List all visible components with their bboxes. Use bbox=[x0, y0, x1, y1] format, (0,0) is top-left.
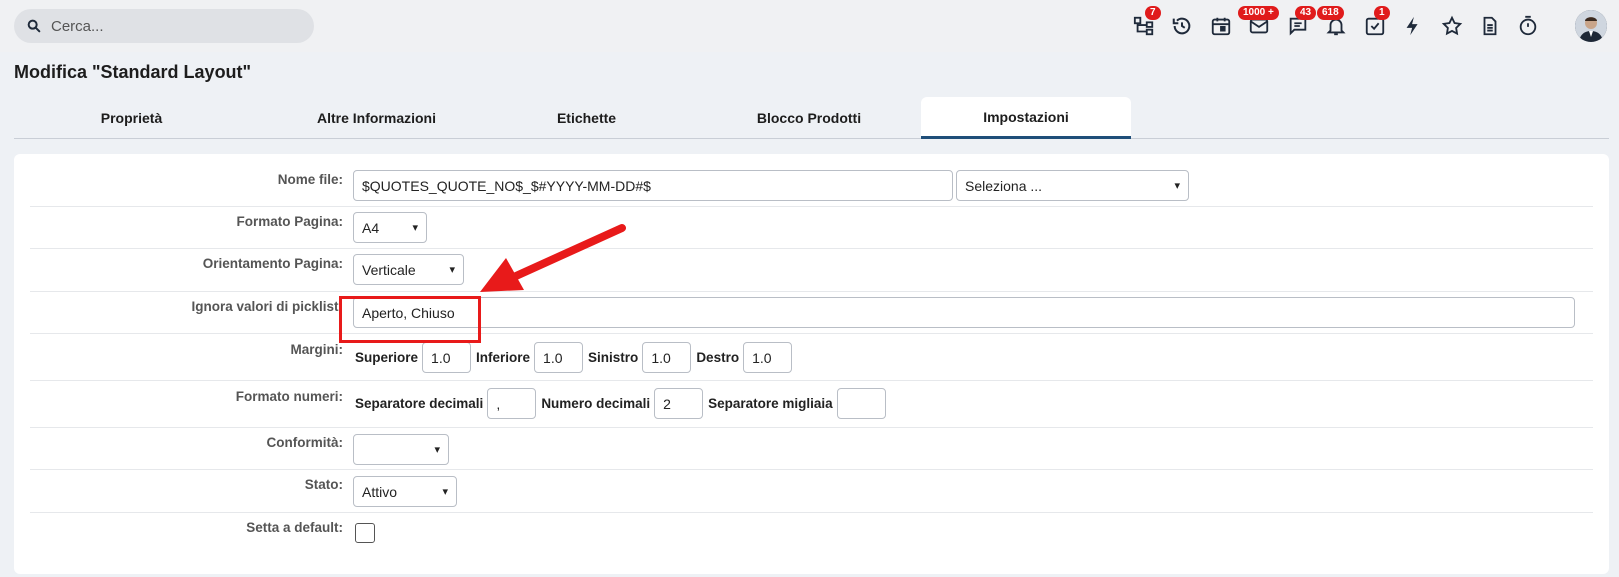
status-value: Attivo bbox=[362, 483, 398, 500]
page-format-value: A4 bbox=[362, 219, 380, 236]
row-ignore-picklist: Ignora valori di picklist: bbox=[30, 292, 1593, 334]
page-format-label: Formato Pagina: bbox=[236, 214, 343, 229]
margin-left-input[interactable] bbox=[642, 342, 692, 373]
margins-label: Margini: bbox=[290, 342, 344, 357]
row-orientation: Orientamento Pagina: Verticale ▾ bbox=[30, 249, 1593, 292]
chat-badge: 43 bbox=[1295, 6, 1317, 20]
chevron-down-icon: ▾ bbox=[434, 444, 440, 456]
row-default: Setta a default: bbox=[30, 513, 1593, 557]
timer-button[interactable] bbox=[1515, 13, 1541, 39]
tab-settings[interactable]: Impostazioni bbox=[921, 97, 1131, 139]
tab-bar: Proprietà Altre Informazioni Etichette B… bbox=[14, 97, 1609, 139]
user-avatar-icon bbox=[1575, 10, 1607, 42]
mail-badge: 1000 + bbox=[1238, 6, 1279, 20]
stopwatch-icon bbox=[1519, 15, 1537, 36]
orientation-value: Verticale bbox=[362, 261, 416, 278]
margin-bottom-label: Inferiore bbox=[476, 350, 531, 365]
filename-variable-value: Seleziona ... bbox=[965, 177, 1043, 194]
orientation-label: Orientamento Pagina: bbox=[202, 256, 343, 271]
row-status: Stato: Attivo ▾ bbox=[30, 470, 1593, 513]
tab-other-info[interactable]: Altre Informazioni bbox=[259, 97, 494, 139]
default-checkbox[interactable] bbox=[355, 523, 375, 543]
search-input[interactable] bbox=[51, 17, 291, 35]
compliance-select[interactable]: ▾ bbox=[353, 434, 449, 465]
row-margins: Margini: Superiore Inferiore Sinistro De… bbox=[30, 334, 1593, 381]
row-page-format: Formato Pagina: A4 ▾ bbox=[30, 207, 1593, 249]
tasks-button[interactable]: 1 bbox=[1362, 6, 1390, 39]
highlight-box bbox=[339, 296, 481, 343]
tab-labels[interactable]: Etichette bbox=[479, 97, 694, 139]
margin-top-label: Superiore bbox=[355, 350, 419, 365]
search-icon bbox=[27, 19, 41, 33]
row-compliance: Conformità: ▾ bbox=[30, 428, 1593, 470]
number-format-label: Formato numeri: bbox=[235, 389, 343, 404]
mail-button[interactable]: 1000 + bbox=[1238, 6, 1279, 39]
favorites-button[interactable] bbox=[1439, 13, 1465, 39]
notifications-badge: 618 bbox=[1317, 6, 1344, 20]
tab-properties[interactable]: Proprietà bbox=[14, 97, 249, 139]
decimal-separator-label: Separatore decimali bbox=[355, 396, 484, 411]
star-icon bbox=[1441, 15, 1463, 36]
chevron-down-icon: ▾ bbox=[449, 264, 455, 276]
document-icon bbox=[1483, 16, 1497, 36]
calendar-icon bbox=[1211, 17, 1231, 36]
orientation-select[interactable]: Verticale ▾ bbox=[353, 254, 464, 285]
thousands-separator-input[interactable] bbox=[836, 388, 886, 419]
decimal-separator-input[interactable] bbox=[487, 388, 537, 419]
decimals-label: Numero decimali bbox=[541, 396, 651, 411]
filename-label: Nome file: bbox=[277, 172, 343, 187]
settings-panel: Nome file: Seleziona ... ▾ Formato Pagina… bbox=[14, 154, 1609, 574]
ignore-picklist-input[interactable] bbox=[353, 297, 1575, 328]
tab-product-block[interactable]: Blocco Prodotti bbox=[694, 97, 924, 139]
thousands-separator-label: Separatore migliaia bbox=[708, 396, 833, 411]
status-label: Stato: bbox=[304, 477, 343, 492]
chevron-down-icon: ▾ bbox=[1174, 180, 1180, 192]
margin-left-label: Sinistro bbox=[588, 350, 639, 365]
compliance-label: Conformità: bbox=[266, 435, 344, 450]
quick-actions-button[interactable] bbox=[1400, 13, 1426, 39]
chevron-down-icon: ▾ bbox=[412, 222, 418, 234]
notifications-button[interactable]: 618 bbox=[1317, 6, 1349, 39]
lightning-icon bbox=[1406, 16, 1418, 36]
default-label: Setta a default: bbox=[246, 520, 343, 535]
chevron-down-icon: ▾ bbox=[442, 486, 448, 498]
top-bar: 7 1000 + 43 618 1 bbox=[0, 0, 1619, 52]
red-arrow-annotation bbox=[480, 224, 626, 292]
status-select[interactable]: Attivo ▾ bbox=[353, 476, 457, 507]
history-icon bbox=[1172, 17, 1191, 35]
filename-variable-select[interactable]: Seleziona ... ▾ bbox=[956, 170, 1189, 201]
search-box[interactable] bbox=[14, 9, 314, 43]
decimals-input[interactable] bbox=[654, 388, 704, 419]
page-format-select[interactable]: A4 ▾ bbox=[353, 212, 427, 243]
hierarchy-button[interactable]: 7 bbox=[1131, 6, 1161, 39]
ignore-picklist-label: Ignora valori di picklist: bbox=[191, 299, 343, 314]
hierarchy-badge: 7 bbox=[1145, 6, 1161, 20]
tasks-badge: 1 bbox=[1374, 6, 1390, 20]
calendar-button[interactable] bbox=[1208, 13, 1234, 39]
documents-button[interactable] bbox=[1477, 13, 1503, 39]
page-title: Modifica "Standard Layout" bbox=[14, 62, 252, 82]
margin-top-input[interactable] bbox=[422, 342, 472, 373]
margin-right-input[interactable] bbox=[743, 342, 793, 373]
user-avatar[interactable] bbox=[1575, 10, 1607, 42]
row-number-format: Formato numeri: Separatore decimali Nume… bbox=[30, 381, 1593, 428]
row-filename: Nome file: Seleziona ... ▾ bbox=[30, 164, 1593, 207]
margin-bottom-input[interactable] bbox=[534, 342, 584, 373]
history-button[interactable] bbox=[1169, 13, 1195, 39]
filename-input[interactable] bbox=[353, 170, 953, 201]
chat-button[interactable]: 43 bbox=[1285, 6, 1317, 39]
margin-right-label: Destro bbox=[696, 350, 740, 365]
